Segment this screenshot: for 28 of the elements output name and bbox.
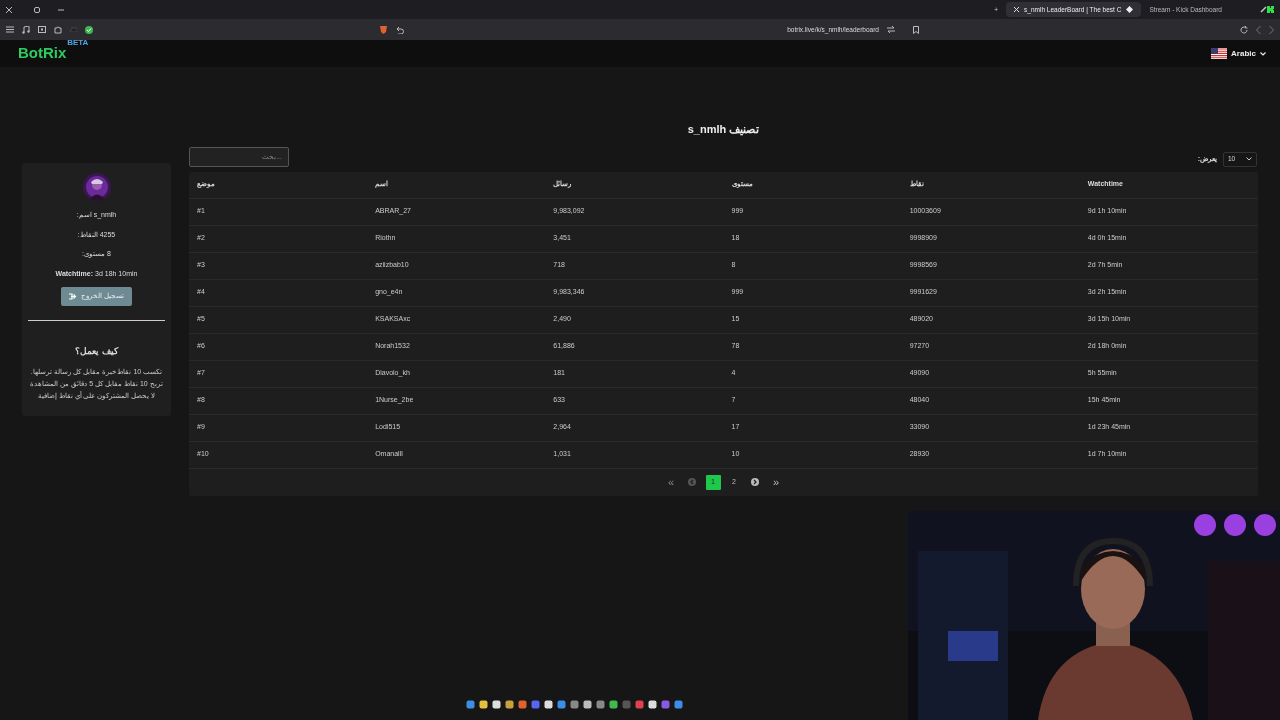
flag-icon	[1211, 48, 1228, 59]
close-icon[interactable]	[6, 6, 12, 13]
pen-icon[interactable]	[1260, 6, 1267, 13]
shield-icon[interactable]	[379, 25, 388, 34]
chevron-down-icon	[1246, 157, 1252, 161]
caret-icon	[1260, 51, 1266, 56]
page-title: تصنيف s_nmlh	[687, 123, 760, 135]
chevron-left-icon	[688, 478, 696, 486]
site-logo[interactable]: BotRix	[18, 44, 67, 62]
beta-label: BETA	[67, 37, 89, 50]
section-heading: كيف يعمل؟	[74, 344, 120, 358]
undo-icon[interactable]	[396, 25, 404, 34]
diamond-icon	[1126, 6, 1134, 13]
menu-icon[interactable]	[6, 26, 14, 33]
reload-icon[interactable]	[1240, 25, 1248, 34]
screenshot-icon[interactable]	[38, 26, 46, 33]
restore-icon[interactable]	[34, 6, 40, 13]
sign-out-icon	[69, 292, 77, 300]
swap-icon[interactable]	[887, 26, 895, 33]
minimize-icon[interactable]	[58, 6, 64, 13]
chevron-right-icon	[751, 478, 759, 486]
kick-logo-icon[interactable]	[1267, 6, 1274, 13]
last-page-button[interactable]: »	[768, 474, 784, 490]
language-dropdown[interactable]: Arabic	[1211, 47, 1266, 60]
close-icon[interactable]	[1014, 7, 1020, 12]
music-icon[interactable]	[22, 25, 30, 34]
bookmark-icon[interactable]	[913, 25, 919, 34]
checkmark-icon[interactable]	[85, 25, 93, 34]
